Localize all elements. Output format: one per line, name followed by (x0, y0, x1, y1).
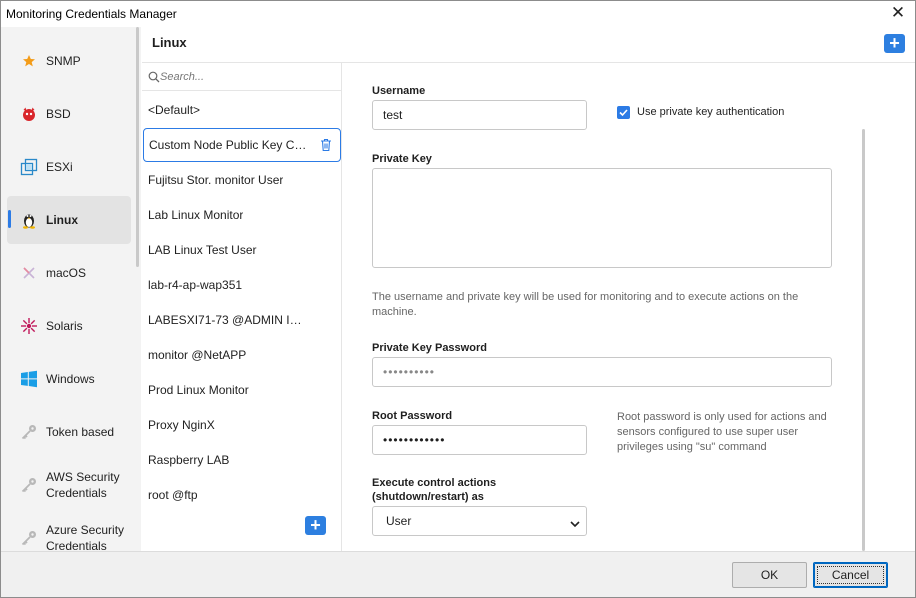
credential-form: Username test Use private key authentica… (342, 63, 915, 551)
execute-actions-select[interactable]: User (372, 506, 587, 536)
sidebar-item-bsd[interactable]: BSD (7, 90, 131, 138)
close-window-button[interactable]: ✕ (889, 3, 907, 23)
list-item-label: Prod Linux Monitor (148, 382, 249, 397)
form-scrollbar[interactable] (862, 129, 865, 551)
list-item-label: root @ftp (148, 487, 198, 502)
esxi-icon (19, 157, 39, 177)
sidebar-item-esxi[interactable]: ESXi (7, 143, 131, 191)
title-bar: Monitoring Credentials Manager ✕ (1, 1, 915, 27)
list-item-selected[interactable]: Custom Node Public Key Credentials (143, 128, 341, 162)
sidebar-item-token-based[interactable]: Token based (7, 408, 131, 456)
list-item-label: Lab Linux Monitor (148, 207, 244, 222)
private-key-textarea[interactable] (372, 168, 832, 268)
search-input[interactable] (160, 69, 335, 85)
ok-button[interactable]: OK (732, 562, 807, 588)
category-sidebar: SNMP BSD ESXi Linux macOS Solaris Window… (1, 27, 141, 551)
list-item-label: monitor @NetAPP (148, 347, 247, 362)
sidebar-item-linux[interactable]: Linux (7, 196, 131, 244)
add-credential-type-button[interactable]: + (884, 34, 905, 53)
list-item[interactable]: Raspberry LAB (142, 442, 341, 477)
private-key-help-text: The username and private key will be use… (372, 291, 799, 318)
private-key-auth-checkbox[interactable] (617, 106, 630, 119)
private-key-password-label: Private Key Password (372, 342, 487, 354)
macos-x-icon (19, 263, 39, 283)
sidebar-item-label: SNMP (46, 54, 81, 68)
cancel-button-label: Cancel (816, 566, 885, 584)
page-title: Linux (152, 35, 187, 50)
sidebar-item-label: BSD (46, 107, 71, 121)
list-item[interactable]: Proxy NginX (142, 407, 341, 442)
list-item[interactable]: <Default> (142, 92, 341, 127)
sidebar-scrollbar[interactable] (136, 27, 139, 267)
sidebar-item-label: Solaris (46, 319, 83, 333)
list-item[interactable]: LAB Linux Test User (142, 232, 341, 267)
sidebar-item-label: Linux (46, 213, 78, 227)
list-item[interactable]: monitor @NetAPP (142, 337, 341, 372)
sidebar-item-label: Azure Security Credentials (46, 523, 125, 551)
sidebar-item-label: Token based (46, 425, 115, 439)
credentials-list: <Default> Custom Node Public Key Credenti… (142, 63, 342, 551)
chevron-down-icon (570, 517, 580, 531)
execute-actions-value: User (386, 514, 412, 528)
window-title: Monitoring Credentials Manager (6, 7, 177, 21)
list-item-label: Custom Node Public Key Credentials (149, 138, 309, 152)
sidebar-item-windows[interactable]: Windows (7, 355, 131, 403)
root-password-field[interactable]: •••••••••••• (372, 425, 587, 455)
list-item[interactable]: lab-r4-ap-wap351 (142, 267, 341, 302)
list-item[interactable]: Fujitsu Stor. monitor User (142, 162, 341, 197)
add-credential-button[interactable]: + (305, 516, 326, 535)
search-box (142, 63, 341, 91)
sidebar-item-label: macOS (46, 266, 87, 280)
private-key-label: Private Key (372, 153, 432, 165)
list-item-label: <Default> (148, 102, 201, 117)
sidebar-item-azure-security-credentials[interactable]: Azure Security Credentials (7, 514, 131, 551)
trash-icon[interactable] (320, 138, 332, 155)
checkmark-icon (619, 109, 628, 117)
key-icon (19, 475, 39, 495)
solaris-icon (19, 316, 39, 336)
private-key-password-field[interactable]: •••••••••• (372, 357, 832, 387)
sidebar-item-snmp[interactable]: SNMP (7, 37, 131, 85)
sidebar-item-label: Windows (46, 372, 95, 386)
windows-icon (19, 369, 39, 389)
execute-actions-label: Execute control actions (shutdown/restar… (372, 477, 497, 503)
sidebar-item-solaris[interactable]: Solaris (7, 302, 131, 350)
root-password-help-text: Root password is only used for actions a… (617, 411, 827, 453)
sidebar-item-macos[interactable]: macOS (7, 249, 131, 297)
sidebar-item-aws-security-credentials[interactable]: AWS Security Credentials (7, 461, 131, 509)
cancel-button[interactable]: Cancel (813, 562, 888, 588)
search-icon (148, 71, 160, 86)
linux-tux-icon (19, 210, 39, 230)
list-item[interactable]: root @ftp (142, 477, 341, 512)
list-item-label: LABESXI71-73 @ADMIN IPMI (148, 312, 308, 327)
sidebar-item-label: AWS Security Credentials (46, 470, 120, 500)
key-icon (19, 528, 39, 548)
list-item-label: LAB Linux Test User (148, 242, 257, 257)
list-item[interactable]: Prod Linux Monitor (142, 372, 341, 407)
star-icon (19, 51, 39, 71)
list-item[interactable]: LABESXI71-73 @ADMIN IPMI (142, 302, 341, 337)
active-indicator (8, 210, 11, 228)
list-item-label: lab-r4-ap-wap351 (148, 277, 243, 292)
bsd-daemon-icon (19, 104, 39, 124)
list-item-label: Proxy NginX (148, 417, 215, 432)
list-item-label: Fujitsu Stor. monitor User (148, 172, 284, 187)
username-field[interactable]: test (372, 100, 587, 130)
dialog-footer: OK Cancel (1, 551, 915, 597)
sidebar-item-label: ESXi (46, 160, 73, 174)
private-key-auth-label: Use private key authentication (637, 106, 785, 118)
root-password-label: Root Password (372, 410, 453, 422)
list-item-label: Raspberry LAB (148, 452, 230, 467)
credentials-manager-window: Monitoring Credentials Manager ✕ SNMP BS… (0, 0, 916, 598)
key-icon (19, 422, 39, 442)
username-label: Username (372, 85, 426, 97)
list-item[interactable]: Lab Linux Monitor (142, 197, 341, 232)
content-header: Linux + (142, 27, 915, 63)
